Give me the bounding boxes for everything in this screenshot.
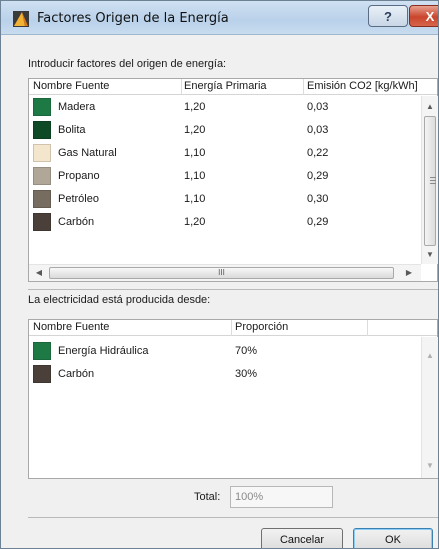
footer-divider xyxy=(28,517,438,518)
section-divider xyxy=(28,289,438,290)
total-label: Total: xyxy=(194,491,221,503)
table-row[interactable]: Energía Hidráulica 70% xyxy=(29,340,421,363)
total-field[interactable] xyxy=(230,486,333,508)
title-bar[interactable]: Factores Origen de la Energía ? X xyxy=(1,1,438,35)
sources-table[interactable]: Nombre Fuente Energía Primaria Emisión C… xyxy=(28,78,438,282)
color-swatch xyxy=(33,167,51,185)
column-separator xyxy=(231,320,232,336)
column-header-name[interactable]: Nombre Fuente xyxy=(33,321,109,333)
source-name: Carbón xyxy=(58,216,95,228)
table-row[interactable]: Bolita 1,20 0,03 xyxy=(29,119,421,142)
sources-section-label: Introducir factores del origen de energí… xyxy=(28,58,227,70)
electricity-section-label: La electricidad está producida desde: xyxy=(28,294,211,306)
scroll-down-arrow-icon[interactable]: ▼ xyxy=(422,248,438,262)
sources-horizontal-scrollbar[interactable]: ◀ III ▶ xyxy=(29,264,421,281)
proportion-value[interactable]: 30% xyxy=(235,368,257,380)
co2-value[interactable]: 0,03 xyxy=(307,101,328,113)
co2-value[interactable]: 0,29 xyxy=(307,216,328,228)
thumb-grip xyxy=(430,177,436,178)
vertical-scroll-thumb[interactable] xyxy=(424,116,436,246)
thumb-grip xyxy=(430,183,436,184)
primary-energy-value[interactable]: 1,10 xyxy=(184,193,205,205)
column-separator xyxy=(367,320,368,336)
co2-value[interactable]: 0,03 xyxy=(307,124,328,136)
primary-energy-value[interactable]: 1,20 xyxy=(184,124,205,136)
proportion-value[interactable]: 70% xyxy=(235,345,257,357)
color-swatch xyxy=(33,121,51,139)
column-separator xyxy=(303,79,304,95)
scroll-down-arrow-icon[interactable]: ▼ xyxy=(422,459,438,473)
electricity-vertical-scrollbar[interactable]: ▲ ▼ xyxy=(421,337,438,478)
table-row[interactable]: Propano 1,10 0,29 xyxy=(29,165,421,188)
app-icon xyxy=(13,11,29,27)
source-name: Bolita xyxy=(58,124,86,136)
column-header-co2[interactable]: Emisión CO2 [kg/kWh] xyxy=(307,80,418,92)
co2-value[interactable]: 0,29 xyxy=(307,170,328,182)
column-header-proportion[interactable]: Proporción xyxy=(235,321,288,333)
close-button[interactable]: X xyxy=(409,5,438,27)
color-swatch xyxy=(33,144,51,162)
help-button[interactable]: ? xyxy=(368,5,408,27)
table-row[interactable]: Petróleo 1,10 0,30 xyxy=(29,188,421,211)
scroll-up-arrow-icon[interactable]: ▲ xyxy=(422,349,438,363)
co2-value[interactable]: 0,22 xyxy=(307,147,328,159)
horizontal-scroll-thumb[interactable]: III xyxy=(49,267,394,279)
scroll-up-arrow-icon[interactable]: ▲ xyxy=(422,100,438,114)
thumb-grip xyxy=(430,180,436,181)
table-row[interactable]: Carbón 1,20 0,29 xyxy=(29,211,421,234)
ok-button[interactable]: OK xyxy=(353,528,433,548)
column-separator xyxy=(181,79,182,95)
source-name: Madera xyxy=(58,101,96,113)
color-swatch xyxy=(33,98,51,116)
source-name: Gas Natural xyxy=(58,147,117,159)
electricity-table-header: Nombre Fuente Proporción xyxy=(29,320,437,336)
primary-energy-value[interactable]: 1,20 xyxy=(184,216,205,228)
color-swatch xyxy=(33,342,51,360)
electricity-table[interactable]: Nombre Fuente Proporción Energía Hidrául… xyxy=(28,319,438,479)
primary-energy-value[interactable]: 1,20 xyxy=(184,101,205,113)
source-name: Propano xyxy=(58,170,100,182)
column-header-primary-energy[interactable]: Energía Primaria xyxy=(184,80,267,92)
scroll-left-arrow-icon[interactable]: ◀ xyxy=(31,266,47,280)
sources-vertical-scrollbar[interactable]: ▲ ▼ xyxy=(421,96,438,264)
color-swatch xyxy=(33,365,51,383)
column-header-name[interactable]: Nombre Fuente xyxy=(33,80,109,92)
source-name: Petróleo xyxy=(58,193,99,205)
color-swatch xyxy=(33,190,51,208)
primary-energy-value[interactable]: 1,10 xyxy=(184,147,205,159)
source-name: Carbón xyxy=(58,368,95,380)
cancel-button[interactable]: Cancelar xyxy=(261,528,343,548)
color-swatch xyxy=(33,213,51,231)
source-name: Energía Hidráulica xyxy=(58,345,149,357)
window-title: Factores Origen de la Energía xyxy=(37,11,229,26)
scroll-right-arrow-icon[interactable]: ▶ xyxy=(401,266,417,280)
table-row[interactable]: Madera 1,20 0,03 xyxy=(29,96,421,119)
energy-factors-dialog: Factores Origen de la Energía ? X Introd… xyxy=(0,0,439,549)
table-row[interactable]: Gas Natural 1,10 0,22 xyxy=(29,142,421,165)
sources-table-header: Nombre Fuente Energía Primaria Emisión C… xyxy=(29,79,437,95)
table-row[interactable]: Carbón 30% xyxy=(29,363,421,386)
co2-value[interactable]: 0,30 xyxy=(307,193,328,205)
primary-energy-value[interactable]: 1,10 xyxy=(184,170,205,182)
